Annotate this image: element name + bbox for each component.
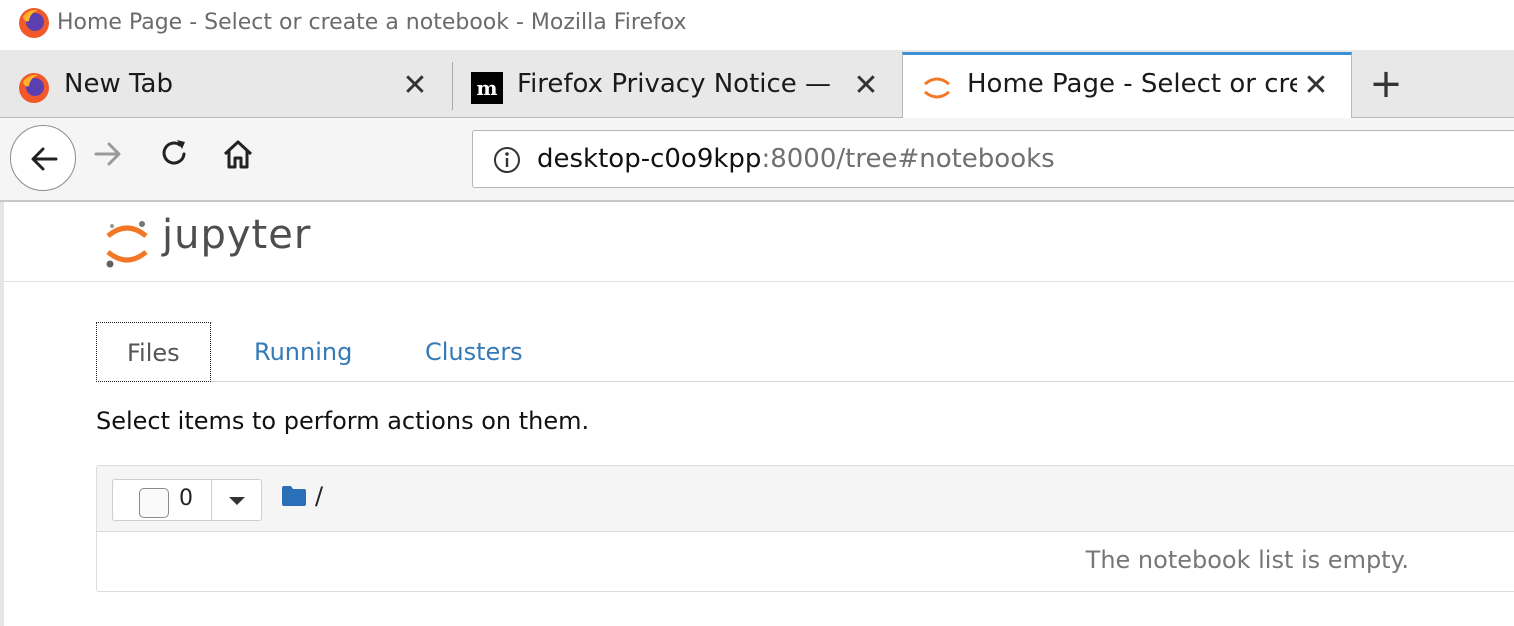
selection-hint: Select items to perform actions on them. bbox=[96, 407, 590, 435]
jupyter-logo-icon[interactable] bbox=[102, 212, 152, 272]
url-text[interactable]: desktop-c0o9kpp:8000/tree#notebooks bbox=[537, 144, 1055, 174]
mozilla-m-icon: m bbox=[471, 72, 503, 104]
tab-label: Firefox Privacy Notice — bbox=[517, 69, 832, 99]
tab-home-page[interactable]: Home Page - Select or cre ✕ bbox=[902, 52, 1352, 119]
new-tab-button[interactable]: + bbox=[1366, 60, 1406, 108]
divider bbox=[211, 480, 212, 520]
url-path: :8000/tree#notebooks bbox=[761, 144, 1055, 174]
close-icon[interactable]: ✕ bbox=[400, 71, 430, 101]
home-button[interactable] bbox=[220, 136, 256, 172]
arrow-left-icon bbox=[31, 147, 58, 171]
caret-down-icon[interactable] bbox=[229, 497, 245, 505]
breadcrumb[interactable]: / bbox=[315, 482, 323, 510]
firefox-icon bbox=[19, 8, 49, 38]
firefox-icon bbox=[19, 73, 49, 103]
window-titlebar: Home Page - Select or create a notebook … bbox=[0, 0, 1514, 50]
navigation-toolbar: desktop-c0o9kpp:8000/tree#notebooks bbox=[0, 118, 1514, 202]
tab-label: Home Page - Select or cre bbox=[967, 69, 1297, 99]
jupyter-icon bbox=[924, 77, 950, 99]
dashboard-tabs: Files Running Clusters bbox=[96, 322, 1514, 382]
tab-new-tab[interactable]: New Tab ✕ bbox=[0, 55, 452, 118]
tab-clusters[interactable]: Clusters bbox=[395, 322, 553, 382]
notebook-list-header: 0 / bbox=[97, 466, 1514, 532]
close-icon[interactable]: ✕ bbox=[851, 71, 881, 101]
forward-button[interactable] bbox=[90, 136, 126, 172]
reload-button[interactable] bbox=[156, 136, 192, 172]
empty-list-message: The notebook list is empty. bbox=[1085, 546, 1409, 574]
selected-count: 0 bbox=[179, 486, 193, 511]
folder-icon[interactable] bbox=[282, 486, 306, 506]
tab-strip: New Tab ✕ m Firefox Privacy Notice — ✕ H… bbox=[0, 50, 1514, 119]
back-button[interactable] bbox=[10, 125, 76, 191]
select-all-group: 0 bbox=[112, 479, 262, 521]
svg-text:m: m bbox=[476, 76, 497, 100]
tab-label: New Tab bbox=[64, 69, 173, 99]
tab-running[interactable]: Running bbox=[224, 322, 382, 382]
info-icon[interactable] bbox=[493, 146, 521, 174]
tab-privacy-notice[interactable]: m Firefox Privacy Notice — ✕ bbox=[453, 55, 901, 118]
jupyter-brand[interactable]: jupyter bbox=[162, 212, 311, 258]
url-bar[interactable]: desktop-c0o9kpp:8000/tree#notebooks bbox=[472, 130, 1514, 188]
tab-files[interactable]: Files bbox=[96, 322, 211, 382]
url-host: desktop-c0o9kpp bbox=[537, 144, 762, 174]
jupyter-header: jupyter bbox=[4, 202, 1514, 282]
notebook-list: 0 / The notebook list is empty. bbox=[96, 465, 1514, 592]
window-title: Home Page - Select or create a notebook … bbox=[57, 10, 687, 35]
select-all-checkbox[interactable] bbox=[139, 488, 169, 518]
close-icon[interactable]: ✕ bbox=[1301, 71, 1331, 101]
